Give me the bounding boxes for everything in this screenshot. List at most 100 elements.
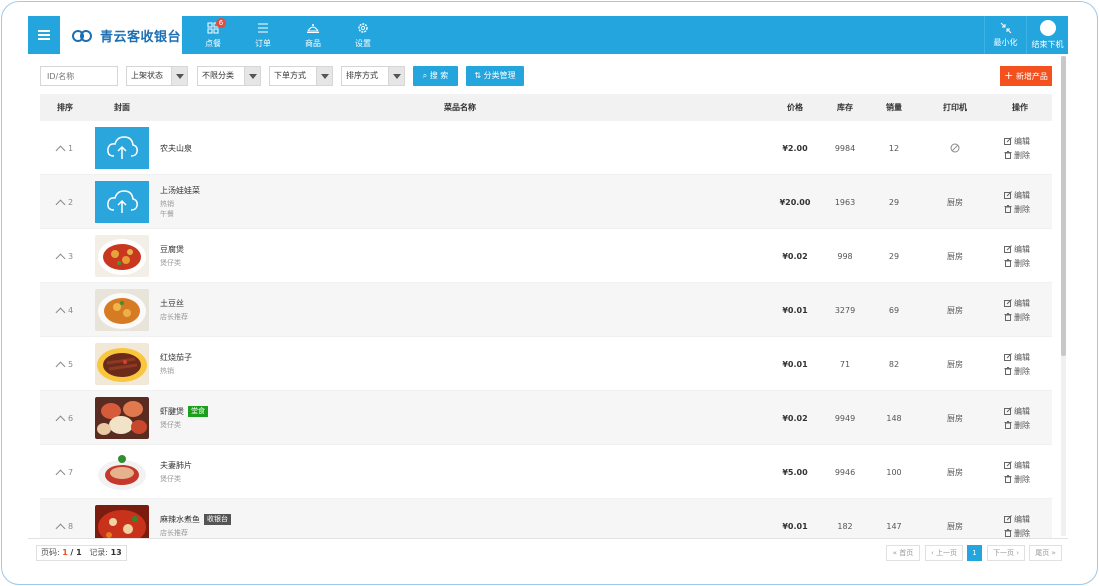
edit-button[interactable]: 编辑 bbox=[1004, 404, 1030, 418]
dish-category-list: 煲仔类 bbox=[160, 474, 192, 484]
cover-image[interactable] bbox=[95, 343, 149, 385]
stock: 3279 bbox=[834, 305, 856, 315]
table-row: 7 夫妻肺片 煲仔类 ¥5.00 9946 100 厨房 编辑 删除 bbox=[40, 445, 1052, 499]
logout-button[interactable]: 结束下机 bbox=[1026, 16, 1068, 54]
dish-category: 热销 bbox=[160, 200, 174, 208]
sales: 82 bbox=[888, 359, 900, 369]
dish-name-cell: 麻辣水煮鱼 收银台 店长推荐 bbox=[160, 499, 231, 540]
id-search-input[interactable] bbox=[40, 66, 118, 86]
dish-category-list: 店长推荐 bbox=[160, 312, 188, 322]
printer-cell: 厨房 bbox=[930, 283, 980, 337]
dish-name-cell: 土豆丝 店长推荐 bbox=[160, 283, 188, 337]
delete-label: 删除 bbox=[1014, 528, 1030, 538]
dish-name-cell: 豆腐煲 煲仔类 bbox=[160, 229, 184, 283]
brand: 青云客收银台 bbox=[60, 16, 182, 54]
sort-handle[interactable]: 8 bbox=[40, 499, 90, 540]
category-select-value: 不限分类 bbox=[202, 71, 234, 80]
dish-name-cell: 农夫山泉 bbox=[160, 121, 192, 175]
dish-category: 店长推荐 bbox=[160, 313, 188, 321]
cover-image[interactable] bbox=[95, 505, 149, 540]
dish-name: 农夫山泉 bbox=[160, 143, 192, 153]
delete-button[interactable]: 删除 bbox=[1004, 310, 1030, 324]
nav-products[interactable]: 商品 bbox=[288, 16, 338, 54]
edit-button[interactable]: 编辑 bbox=[1004, 350, 1030, 364]
chevron-up-icon bbox=[55, 307, 66, 317]
prev-page-button[interactable]: ‹ 上一页 bbox=[925, 545, 963, 561]
edit-icon bbox=[1004, 299, 1012, 307]
last-page-button[interactable]: 尾页 » bbox=[1029, 545, 1062, 561]
dish-name: 土豆丝 bbox=[160, 299, 184, 308]
sort-handle[interactable]: 6 bbox=[40, 391, 90, 445]
delete-button[interactable]: 删除 bbox=[1004, 256, 1030, 270]
edit-button[interactable]: 编辑 bbox=[1004, 134, 1030, 148]
dish-category: 煲仔类 bbox=[160, 259, 181, 267]
sort-number: 5 bbox=[67, 359, 74, 369]
vertical-scrollbar[interactable] bbox=[1061, 56, 1066, 536]
menu-toggle-button[interactable] bbox=[28, 16, 60, 54]
cover-image[interactable] bbox=[95, 127, 149, 169]
sort-handle[interactable]: 3 bbox=[40, 229, 90, 283]
sort-handle[interactable]: 2 bbox=[40, 175, 90, 229]
delete-label: 删除 bbox=[1014, 474, 1030, 484]
delete-button[interactable]: 删除 bbox=[1004, 418, 1030, 432]
dish-name: 豆腐煲 bbox=[160, 245, 184, 254]
table-row: 8 麻辣水煮鱼 收银台 店长推荐 ¥0.01 182 147 厨房 编辑 删除 bbox=[40, 499, 1052, 540]
cover-image[interactable] bbox=[95, 397, 149, 439]
cover-image[interactable] bbox=[95, 451, 149, 493]
search-button[interactable]: ⌕ 搜 索 bbox=[413, 66, 458, 86]
nav-settings[interactable]: 设置 bbox=[338, 16, 388, 54]
edit-button[interactable]: 编辑 bbox=[1004, 512, 1030, 526]
sort-mode-select-value: 排序方式 bbox=[346, 71, 378, 80]
add-product-button[interactable]: + 新增产品 bbox=[1000, 66, 1052, 86]
chevron-up-icon bbox=[55, 199, 66, 209]
actions-cell: 编辑删除 bbox=[990, 121, 1050, 175]
order-mode-select[interactable]: 下单方式 bbox=[269, 66, 333, 86]
printer-name: 厨房 bbox=[947, 251, 963, 261]
edit-icon bbox=[1004, 191, 1012, 199]
edit-button[interactable]: 编辑 bbox=[1004, 242, 1030, 256]
delete-label: 删除 bbox=[1014, 204, 1030, 214]
trash-icon bbox=[1004, 151, 1012, 159]
actions-cell: 编辑删除 bbox=[990, 283, 1050, 337]
delete-button[interactable]: 删除 bbox=[1004, 148, 1030, 162]
minimize-button[interactable]: 最小化 bbox=[984, 16, 1026, 54]
category-manage-button[interactable]: ⇅ 分类管理 bbox=[466, 66, 524, 86]
pos-app: 青云客收银台 6 点餐 订单 商品 设置 最小化 结束下机 ID/名称 上架状态… bbox=[28, 16, 1068, 566]
minimize-icon bbox=[1000, 22, 1011, 34]
delete-label: 删除 bbox=[1014, 150, 1030, 160]
nav-order-food[interactable]: 6 点餐 bbox=[188, 16, 238, 54]
trash-icon bbox=[1004, 205, 1012, 213]
page-1-button[interactable]: 1 bbox=[967, 545, 982, 561]
cover-image[interactable] bbox=[95, 235, 149, 277]
printer-cell bbox=[930, 121, 980, 175]
filter-toolbar: 上架状态 不限分类 下单方式 排序方式 ⌕ 搜 索 ⇅ 分类管理 + 新增产品 bbox=[40, 66, 1052, 88]
first-page-button[interactable]: « 首页 bbox=[886, 545, 920, 561]
actions-cell: 编辑 删除 bbox=[990, 337, 1050, 391]
delete-button[interactable]: 删除 bbox=[1004, 364, 1030, 378]
edit-button[interactable]: 编辑 bbox=[1004, 458, 1030, 472]
edit-button[interactable]: 编辑 bbox=[1004, 188, 1030, 202]
status-select[interactable]: 上架状态 bbox=[126, 66, 188, 86]
edit-label: 编辑 bbox=[1014, 406, 1030, 416]
edit-button[interactable]: 编辑 bbox=[1004, 296, 1030, 310]
stock: 182 bbox=[837, 521, 853, 531]
sort-handle[interactable]: 5 bbox=[40, 337, 90, 391]
nav-orders[interactable]: 订单 bbox=[238, 16, 288, 54]
stock: 9949 bbox=[834, 413, 856, 423]
category-select[interactable]: 不限分类 bbox=[197, 66, 261, 86]
sort-handle[interactable]: 1 bbox=[40, 121, 90, 175]
delete-button[interactable]: 删除 bbox=[1004, 472, 1030, 486]
dish-tag: 收银台 bbox=[204, 514, 231, 525]
delete-label: 删除 bbox=[1014, 312, 1030, 322]
sort-handle[interactable]: 7 bbox=[40, 445, 90, 499]
cover-image[interactable] bbox=[95, 181, 149, 223]
dish-category: 煲仔类 bbox=[160, 475, 181, 483]
cover-image[interactable] bbox=[95, 289, 149, 331]
sort-handle[interactable]: 4 bbox=[40, 283, 90, 337]
sort-mode-select[interactable]: 排序方式 bbox=[341, 66, 405, 86]
delete-button[interactable]: 删除 bbox=[1004, 202, 1030, 216]
printer-name: 厨房 bbox=[947, 197, 963, 207]
edit-icon bbox=[1004, 353, 1012, 361]
scrollbar-thumb[interactable] bbox=[1061, 56, 1066, 356]
next-page-button[interactable]: 下一页 › bbox=[987, 545, 1025, 561]
